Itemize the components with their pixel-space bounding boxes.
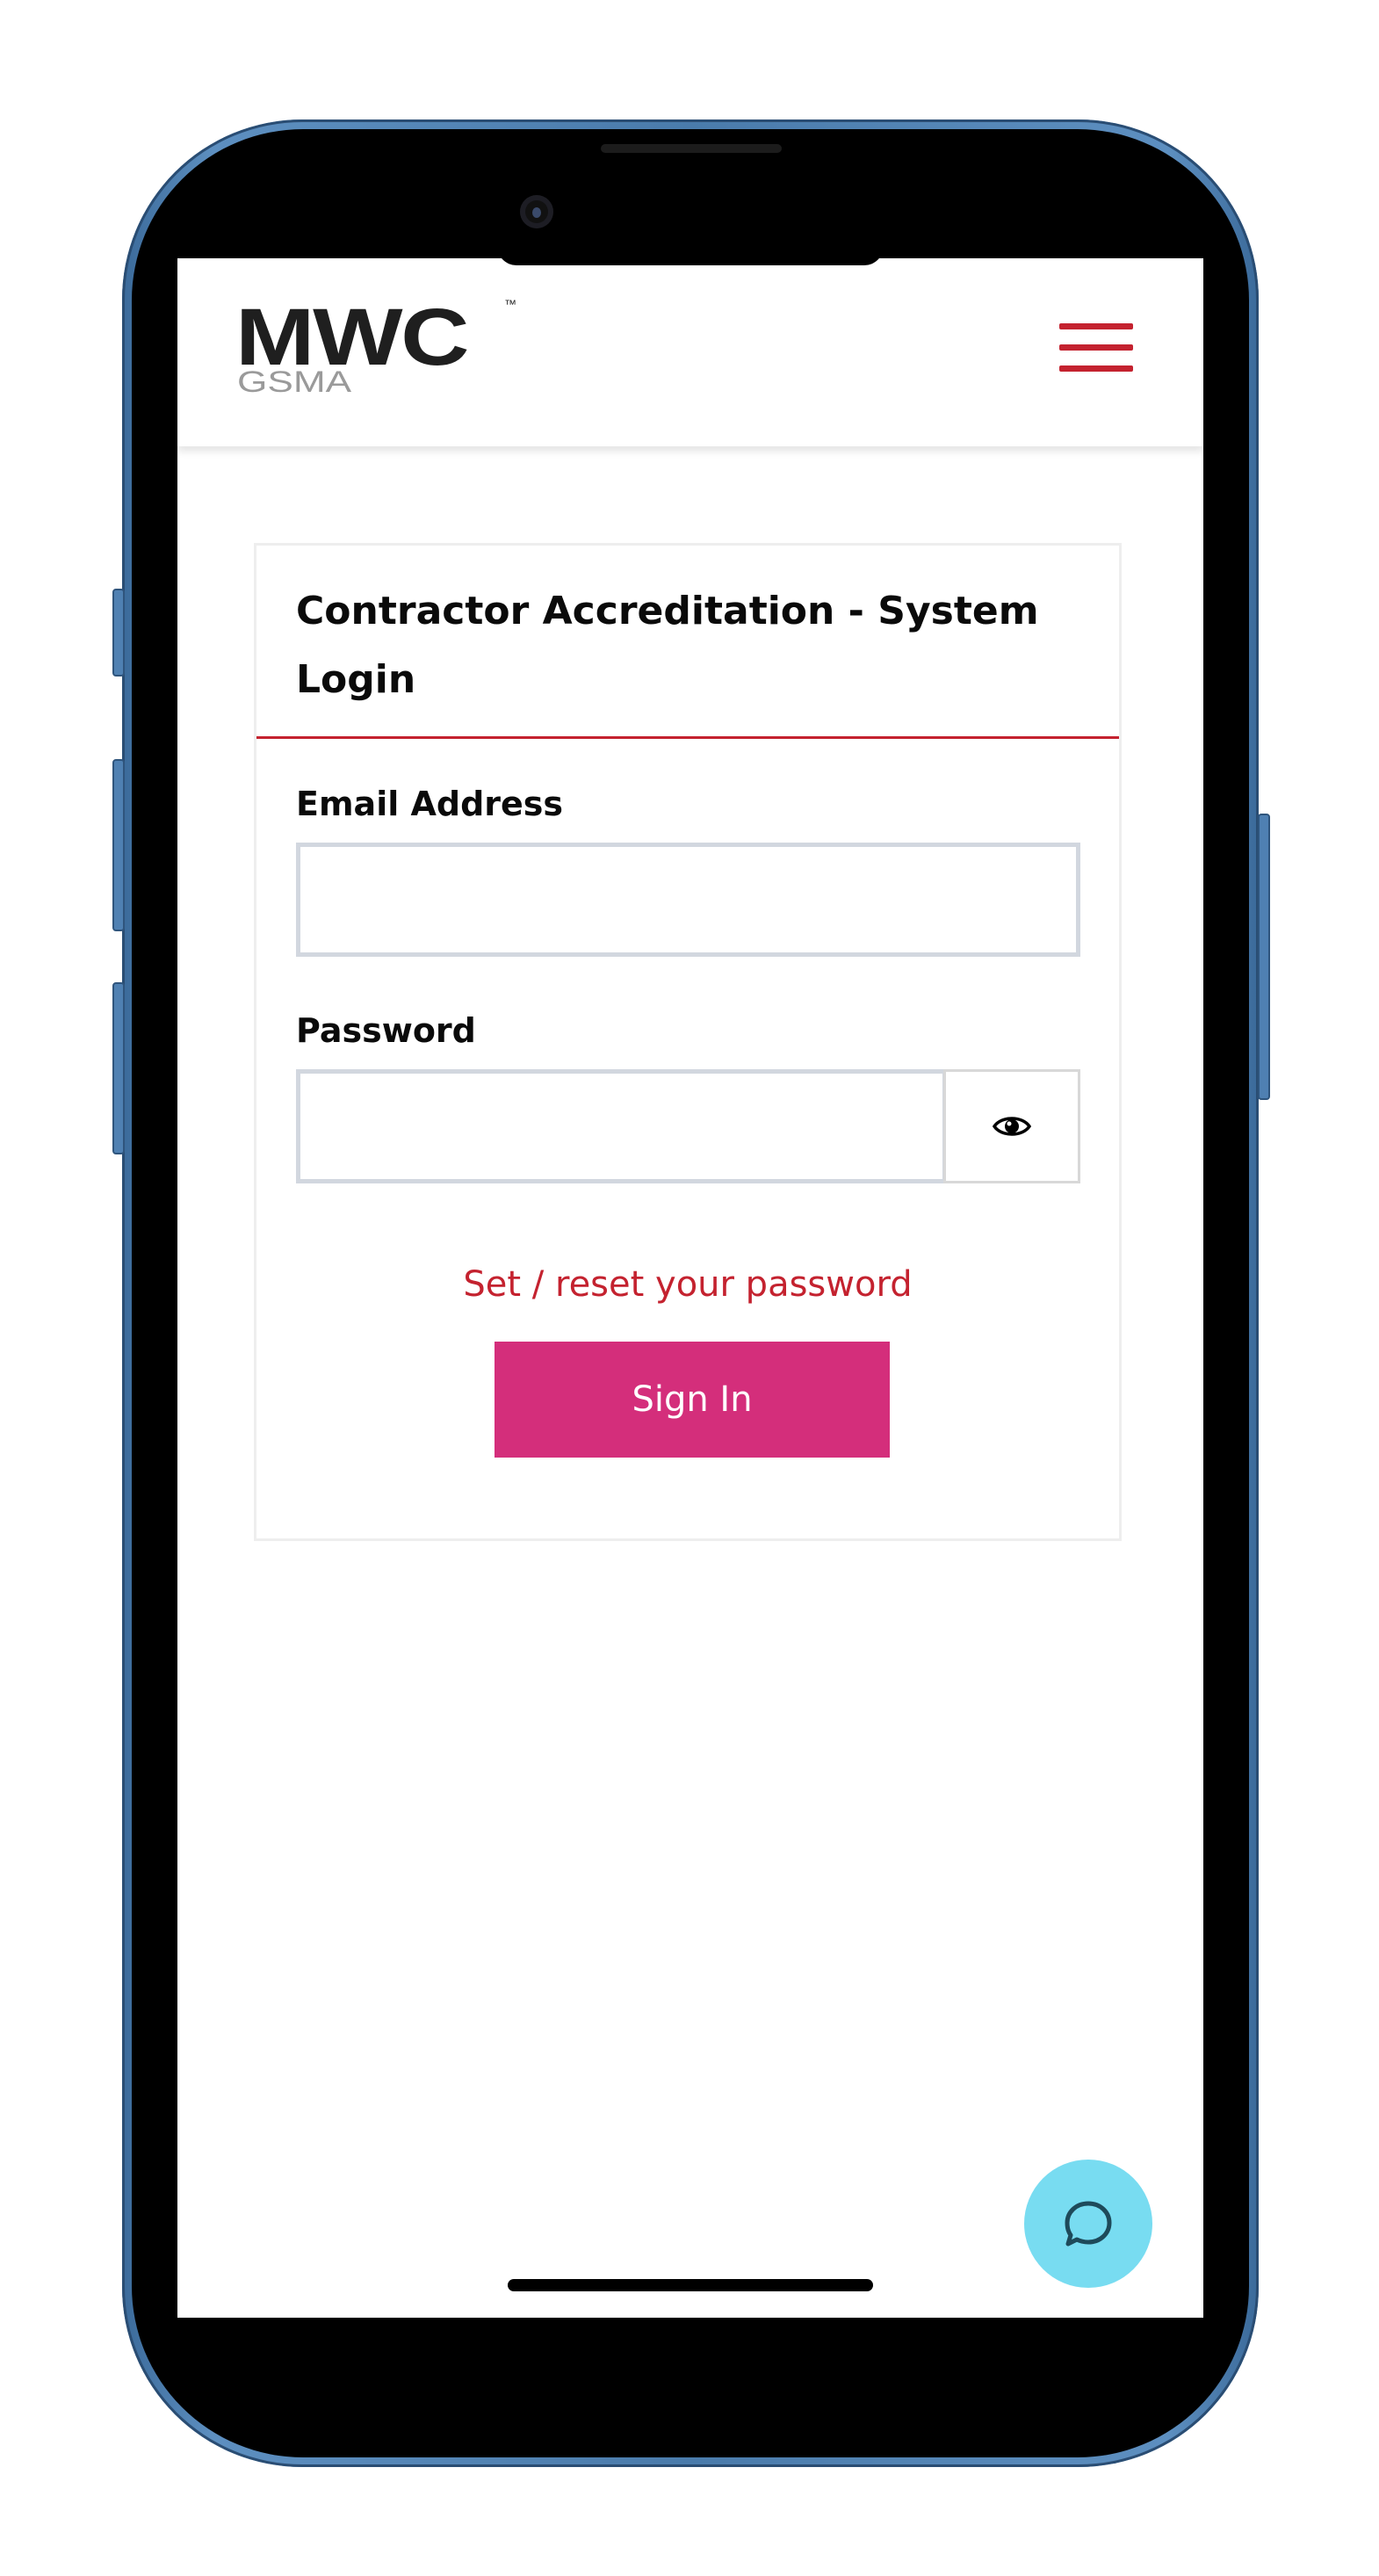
chat-bubble-icon bbox=[1065, 2201, 1112, 2247]
logo-gsma-text: GSMA bbox=[237, 365, 352, 399]
email-input[interactable] bbox=[296, 843, 1080, 957]
volume-down-button bbox=[112, 982, 125, 1154]
page-title: Contractor Accreditation - System Login bbox=[296, 589, 1039, 702]
sign-in-button[interactable]: Sign In bbox=[495, 1342, 890, 1458]
mute-switch bbox=[112, 589, 125, 677]
power-button bbox=[1258, 814, 1270, 1100]
camera-lens bbox=[532, 207, 541, 218]
eye-icon bbox=[993, 1117, 1031, 1136]
login-card: Contractor Accreditation - System Login … bbox=[254, 543, 1122, 1541]
hamburger-menu-icon[interactable] bbox=[1056, 323, 1135, 380]
email-label: Email Address bbox=[296, 785, 564, 823]
logo-trademark: ™ bbox=[504, 297, 516, 311]
mwc-gsma-logo[interactable]: MWC ™ GSMA bbox=[235, 297, 516, 402]
show-password-button[interactable] bbox=[943, 1069, 1080, 1183]
volume-up-button bbox=[112, 759, 125, 931]
password-label: Password bbox=[296, 1011, 476, 1050]
menu-bar-bottom bbox=[1059, 365, 1133, 372]
site-header: MWC ™ GSMA bbox=[177, 258, 1203, 446]
reset-password-link[interactable]: Set / reset your password bbox=[256, 1263, 1119, 1306]
menu-bar-top bbox=[1059, 323, 1133, 329]
card-header: Contractor Accreditation - System Login bbox=[256, 546, 1119, 739]
chat-button[interactable] bbox=[1024, 2160, 1152, 2288]
home-indicator[interactable] bbox=[508, 2279, 873, 2291]
password-input[interactable] bbox=[296, 1069, 947, 1183]
notch bbox=[497, 246, 884, 265]
earpiece-speaker bbox=[601, 144, 782, 153]
menu-bar-middle bbox=[1059, 344, 1133, 351]
phone-screen: MWC ™ GSMA Contractor Accreditation - Sy… bbox=[177, 258, 1203, 2318]
